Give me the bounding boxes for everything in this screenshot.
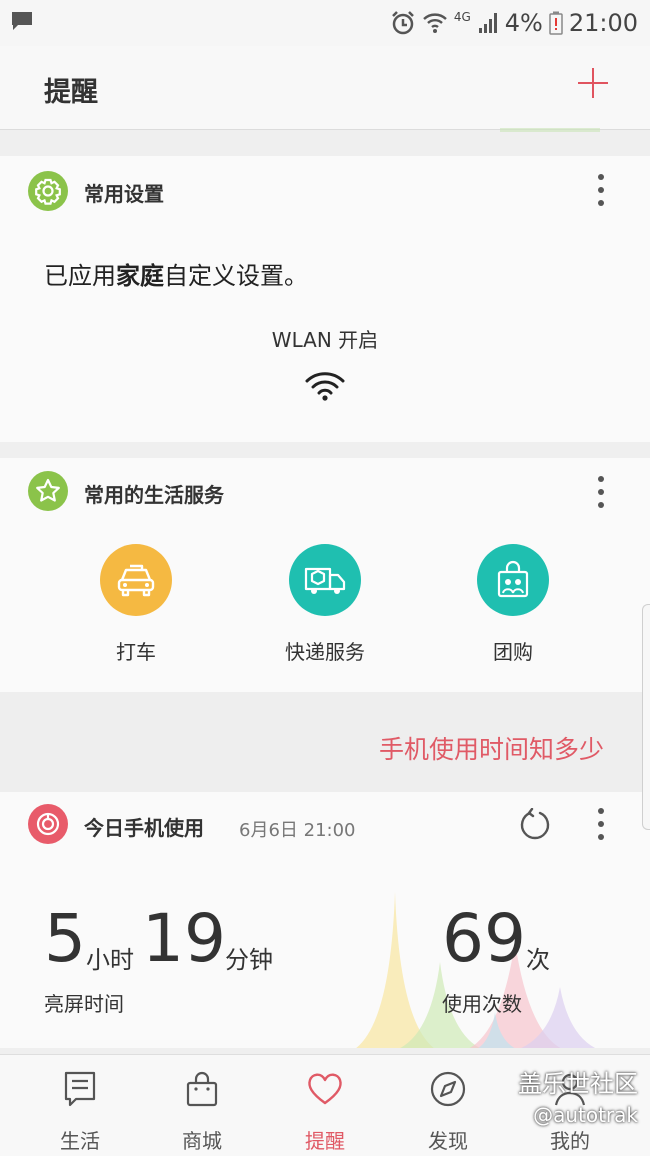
unlock-count-value: 69 xyxy=(442,900,526,977)
signal-icon xyxy=(478,13,497,33)
hours-value: 5 xyxy=(44,900,86,977)
page-title: 提醒 xyxy=(44,77,98,108)
message-icon xyxy=(12,12,32,30)
more-options-icon[interactable] xyxy=(598,476,604,508)
service-group-buy[interactable]: 团购 xyxy=(443,544,583,665)
life-services-card: 常用的生活服务 打车 快递服务 团购 xyxy=(0,458,650,692)
profile-name: 家庭 xyxy=(116,262,164,290)
mall-bag-icon xyxy=(186,1071,218,1107)
wifi-icon xyxy=(422,13,447,33)
alarm-icon xyxy=(391,11,414,35)
edge-panel-handle[interactable] xyxy=(642,604,650,830)
status-bar: 4G 4% 21:00 xyxy=(0,0,650,46)
common-settings-card[interactable]: 常用设置 已应用家庭自定义设置。 WLAN 开启 xyxy=(0,156,650,442)
wlan-status: WLAN 开启 xyxy=(271,328,379,352)
hours-unit: 小时 xyxy=(86,946,134,974)
service-delivery[interactable]: 快递服务 xyxy=(255,544,395,665)
service-taxi[interactable]: 打车 xyxy=(66,544,206,665)
card-title: 今日手机使用 xyxy=(84,816,204,840)
refresh-icon[interactable] xyxy=(518,808,552,842)
wifi-icon[interactable] xyxy=(305,370,345,402)
card-title: 常用设置 xyxy=(84,182,164,206)
banner-text: 手机使用时间知多少 xyxy=(378,735,604,764)
usage-timestamp: 6月6日 21:00 xyxy=(239,820,356,841)
compass-icon xyxy=(430,1071,466,1107)
screen-time-label: 亮屏时间 xyxy=(44,992,124,1016)
usage-banner[interactable]: 手机使用时间知多少 xyxy=(0,692,650,792)
unlock-count-label: 使用次数 xyxy=(442,992,522,1016)
more-options-icon[interactable] xyxy=(598,174,604,206)
tab-reminder[interactable]: 提醒 xyxy=(275,1069,375,1154)
minutes-value: 19 xyxy=(142,900,226,977)
clock: 21:00 xyxy=(568,9,638,37)
battery-low-icon xyxy=(549,11,563,35)
delivery-truck-icon xyxy=(289,544,361,616)
minutes-unit: 分钟 xyxy=(225,946,273,974)
card-title: 常用的生活服务 xyxy=(84,483,224,507)
watermark: 盖乐世社区 @autotrak xyxy=(518,1070,638,1127)
phone-usage-card[interactable]: 今日手机使用 6月6日 21:00 5 小时 19 分钟 亮屏时间 69 次 使… xyxy=(0,792,650,1048)
network-type: 4G xyxy=(453,10,471,24)
heart-icon xyxy=(308,1073,342,1105)
star-icon xyxy=(28,471,68,511)
taxi-icon xyxy=(100,544,172,616)
usage-target-icon xyxy=(28,804,68,844)
battery-percent: 4% xyxy=(504,9,543,37)
tab-mall[interactable]: 商城 xyxy=(152,1069,252,1154)
app-bar: 提醒 xyxy=(0,46,650,130)
card-peek xyxy=(500,128,600,132)
count-unit: 次 xyxy=(526,946,550,974)
gear-icon xyxy=(28,171,68,211)
more-options-icon[interactable] xyxy=(598,808,604,840)
life-icon xyxy=(64,1071,96,1107)
tab-life[interactable]: 生活 xyxy=(30,1069,130,1154)
shopping-bag-icon xyxy=(477,544,549,616)
applied-settings-text: 已应用家庭自定义设置。 xyxy=(44,262,308,290)
plus-icon[interactable] xyxy=(576,66,610,100)
